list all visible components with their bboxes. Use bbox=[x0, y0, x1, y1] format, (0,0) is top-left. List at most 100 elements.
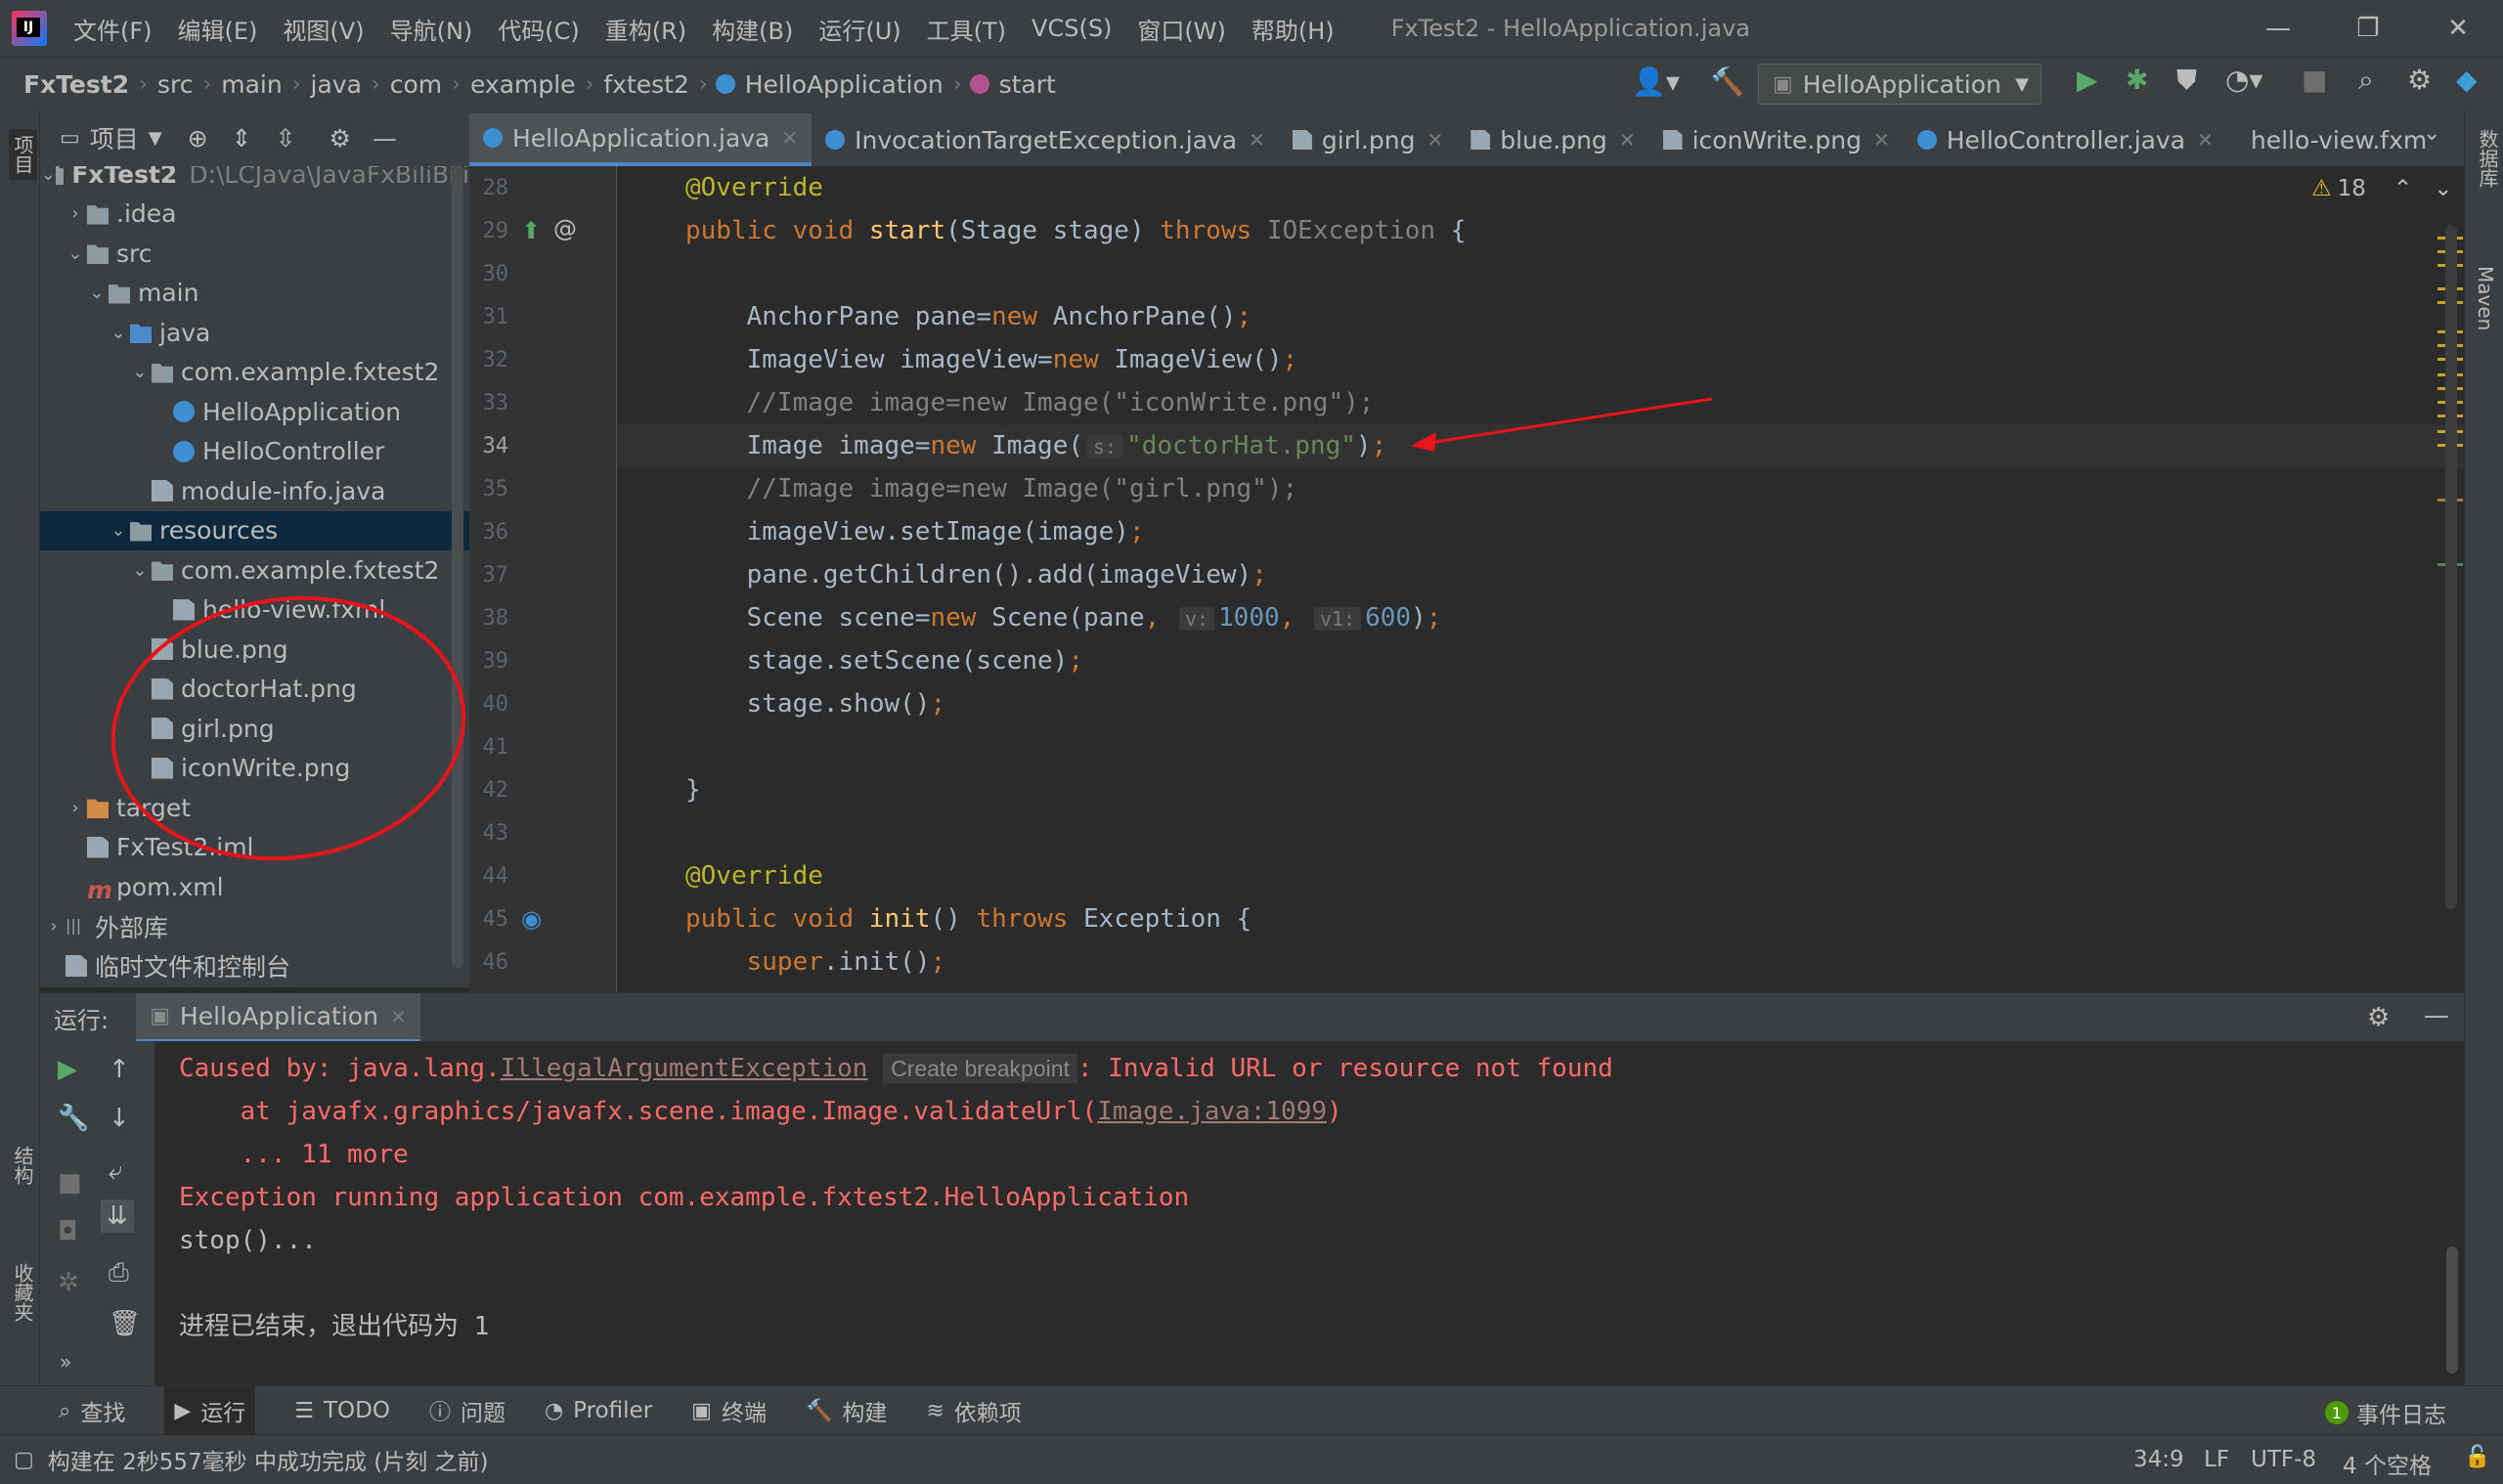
structure-tool-tab[interactable]: 结构 bbox=[9, 1146, 37, 1185]
menu-item[interactable]: 运行(U) bbox=[806, 12, 913, 46]
coverage-icon[interactable]: ⛊ bbox=[2176, 64, 2197, 97]
menu-item[interactable]: VCS(S) bbox=[1019, 15, 1124, 42]
tree-item[interactable]: ⌄ resources bbox=[40, 510, 469, 550]
create-breakpoint-link[interactable]: Create breakpoint bbox=[883, 1054, 1077, 1083]
override-marker-icon[interactable]: ⬆ bbox=[521, 217, 541, 244]
bottom-tool-0[interactable]: ⌕ 查找 bbox=[59, 1394, 125, 1427]
editor-tab[interactable]: blue.png ✕ bbox=[1457, 113, 1648, 166]
locate-target-icon[interactable]: ⊕ bbox=[188, 124, 208, 153]
close-tab-icon[interactable]: ✕ bbox=[1427, 128, 1443, 152]
breadcrumb-item[interactable]: start bbox=[993, 70, 1062, 99]
chevron-down-icon[interactable]: ⌄ bbox=[85, 283, 109, 303]
run-configuration-select[interactable]: ▣ HelloApplication ▼ bbox=[1758, 64, 2042, 105]
soft-wrap-icon[interactable]: ⤶ bbox=[109, 1157, 123, 1187]
tree-item[interactable]: 临时文件和控制台 bbox=[40, 946, 469, 985]
source-link[interactable]: Image.java:1099 bbox=[1097, 1097, 1327, 1126]
stop-icon[interactable]: ■ bbox=[2302, 64, 2327, 96]
rerun-icon[interactable]: ▶ bbox=[58, 1055, 77, 1084]
search-icon[interactable]: ⌕ bbox=[2358, 64, 2374, 97]
indent-setting[interactable]: 4 个空格 bbox=[2343, 1447, 2432, 1480]
minimize-button[interactable]: — bbox=[2233, 0, 2323, 57]
inspection-widget[interactable]: ⚠ 18 ⌃ ⌄ bbox=[2311, 176, 2452, 201]
chevron-down-icon[interactable]: ⌄ bbox=[128, 560, 152, 581]
stop-icon[interactable]: ■ bbox=[58, 1168, 82, 1198]
settings-gear-icon[interactable]: ⚙ bbox=[2407, 64, 2432, 96]
user-icon[interactable]: 👤▾ bbox=[1632, 65, 1680, 98]
bottom-tool-3[interactable]: ⓘ 问题 bbox=[429, 1394, 505, 1427]
menu-item[interactable]: 视图(V) bbox=[270, 12, 376, 46]
tree-item[interactable]: › .idea bbox=[40, 195, 469, 234]
project-panel-title[interactable]: 项目 bbox=[90, 120, 139, 155]
scroll-to-end-icon[interactable]: ⇊ bbox=[101, 1200, 134, 1233]
bottom-tool-7[interactable]: ≋ 依赖项 bbox=[926, 1394, 1021, 1427]
tree-item[interactable]: ⌄ java bbox=[40, 313, 469, 352]
trash-icon[interactable]: 🗑 bbox=[109, 1309, 141, 1338]
editor-tab[interactable]: HelloApplication.java ✕ bbox=[469, 113, 812, 166]
console-output[interactable]: Caused by: java.lang.IllegalArgumentExce… bbox=[154, 1041, 2464, 1385]
breadcrumb-item[interactable]: fxtest2 bbox=[597, 70, 695, 99]
hide-panel-icon[interactable]: — bbox=[373, 124, 397, 153]
tree-item[interactable]: ⌄ com.example.fxtest2 bbox=[40, 550, 469, 589]
tree-item[interactable]: HelloController bbox=[40, 432, 469, 471]
profile-icon[interactable]: ◔▾ bbox=[2225, 64, 2263, 96]
previous-highlight-icon[interactable]: ⌃ bbox=[2393, 176, 2412, 201]
tree-item[interactable]: ⌄ main bbox=[40, 274, 469, 313]
menu-item[interactable]: 代码(C) bbox=[485, 12, 592, 46]
editor-tab[interactable]: iconWrite.png ✕ bbox=[1649, 113, 1904, 166]
close-window-button[interactable]: ✕ bbox=[2413, 0, 2503, 57]
more-icon[interactable]: » bbox=[60, 1350, 71, 1374]
line-ending[interactable]: LF bbox=[2204, 1447, 2229, 1472]
breadcrumb-item[interactable]: com bbox=[384, 70, 448, 99]
panel-settings-icon[interactable]: ⚙ bbox=[329, 124, 351, 153]
chevron-down-icon[interactable]: ⌄ bbox=[41, 166, 56, 185]
bottom-tool-4[interactable]: ◔ Profiler bbox=[545, 1398, 652, 1423]
camera-icon[interactable]: ◘ bbox=[58, 1217, 78, 1246]
breadcrumb-item[interactable]: java bbox=[305, 70, 368, 99]
close-tab-icon[interactable]: ✕ bbox=[1619, 128, 1636, 152]
close-tab-icon[interactable]: ✕ bbox=[390, 1005, 407, 1028]
chevron-down-icon[interactable]: ⌄ bbox=[64, 243, 87, 264]
favorites-tool-tab[interactable]: 收藏夹 bbox=[9, 1263, 37, 1322]
bottom-tool-6[interactable]: 🔨 构建 bbox=[806, 1394, 887, 1427]
tree-item[interactable]: ⌄ src bbox=[40, 234, 469, 273]
toggle-tool-windows-icon[interactable]: ▢ bbox=[14, 1448, 34, 1472]
menu-item[interactable]: 重构(R) bbox=[593, 12, 699, 46]
menu-item[interactable]: 工具(T) bbox=[914, 12, 1019, 46]
expand-all-icon[interactable]: ⇕ bbox=[232, 124, 252, 153]
tree-item[interactable]: module-info.java bbox=[40, 471, 469, 510]
breadcrumb-item[interactable]: HelloApplication bbox=[739, 70, 949, 99]
editor-tab[interactable]: InvocationTargetException.java ✕ bbox=[812, 113, 1279, 166]
print-icon[interactable]: ⎙ bbox=[109, 1258, 129, 1288]
run-icon[interactable]: ▶ bbox=[2077, 64, 2098, 96]
chevron-down-icon[interactable]: ⌄ bbox=[128, 362, 152, 382]
maven-tool-tab[interactable]: Maven bbox=[2474, 266, 2497, 330]
collapse-all-icon[interactable]: ⇳ bbox=[276, 124, 296, 153]
breadcrumb-item[interactable]: src bbox=[152, 70, 199, 99]
run-tab[interactable]: ▣ HelloApplication ✕ bbox=[136, 993, 420, 1042]
code-editor[interactable]: @Override public void start(Stage stage)… bbox=[617, 166, 2464, 992]
override-marker-icon[interactable]: ◉ bbox=[521, 905, 542, 933]
debug-icon[interactable]: ✱ bbox=[2126, 64, 2148, 96]
file-encoding[interactable]: UTF-8 bbox=[2251, 1447, 2316, 1472]
tree-item[interactable]: ⌄ com.example.fxtest2 bbox=[40, 353, 469, 392]
scroll-up-icon[interactable]: ↑ bbox=[109, 1055, 130, 1084]
chevron-down-icon[interactable]: ⌄ bbox=[107, 520, 130, 541]
breadcrumb-item[interactable]: FxTest2 bbox=[0, 70, 135, 99]
event-log-button[interactable]: 1 事件日志 bbox=[2325, 1396, 2446, 1429]
chevron-right-icon[interactable]: › bbox=[64, 203, 87, 224]
editor-tab[interactable]: girl.png ✕ bbox=[1279, 113, 1457, 166]
menu-item[interactable]: 构建(B) bbox=[699, 12, 806, 46]
restore-button[interactable]: ❐ bbox=[2323, 0, 2413, 57]
close-tab-icon[interactable]: ✕ bbox=[781, 126, 798, 150]
tree-item[interactable]: ⌄ FxTest2 D:\LCJava\JavaFxBiliBili bbox=[40, 166, 469, 194]
caret-position[interactable]: 34:9 bbox=[2133, 1447, 2184, 1472]
editor-tab[interactable]: HelloController.java ✕ bbox=[1904, 113, 2227, 166]
breadcrumb-item[interactable]: example bbox=[464, 70, 582, 99]
plugin-logo-icon[interactable]: ◆ bbox=[2456, 64, 2478, 96]
lock-icon[interactable]: 🔓 bbox=[2464, 1445, 2490, 1469]
menu-item[interactable]: 文件(F) bbox=[61, 12, 165, 46]
build-hammer-icon[interactable]: 🔨 bbox=[1710, 65, 1744, 98]
tree-item[interactable]: HelloApplication bbox=[40, 392, 469, 431]
close-tab-icon[interactable]: ✕ bbox=[2197, 128, 2214, 152]
chevron-down-icon[interactable]: ⌄ bbox=[107, 323, 130, 343]
